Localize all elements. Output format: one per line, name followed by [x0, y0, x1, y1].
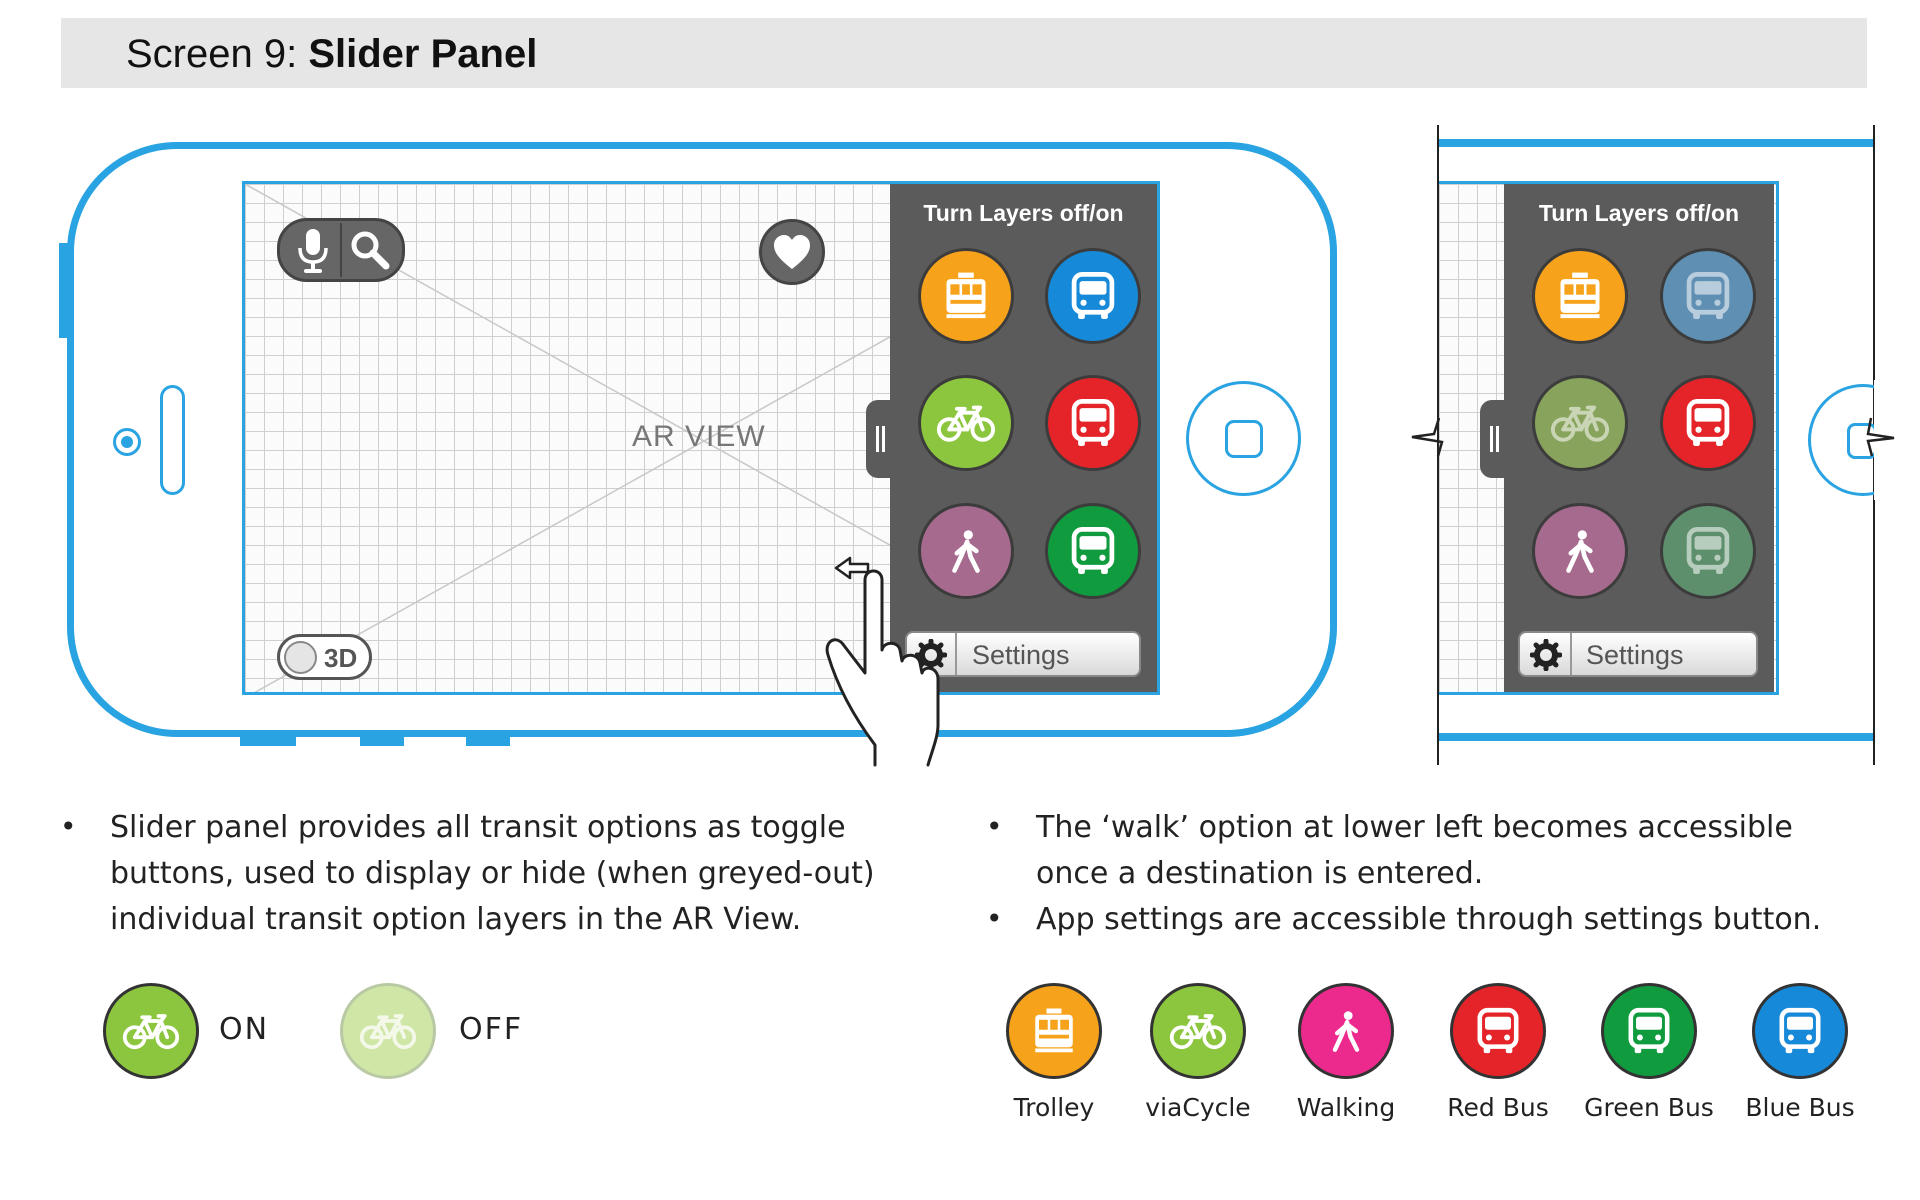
legend-green-bus-label: Green Bus [1584, 1093, 1714, 1122]
layer-toggle-green-bus[interactable] [1045, 503, 1141, 599]
layer-toggle-blue-bus[interactable] [1045, 248, 1141, 344]
note-settings: App settings are accessible through sett… [1036, 902, 1822, 937]
break-mark-left [1411, 417, 1444, 457]
note-line: individual transit option layers in the … [110, 902, 802, 937]
legend-red-bus-label: Red Bus [1447, 1093, 1549, 1122]
legend-off-label: OFF [459, 1012, 524, 1047]
legend-red-bus-swatch [1450, 983, 1546, 1079]
bullet: • [986, 902, 1003, 935]
trolley-icon [1554, 270, 1606, 322]
settings-label: Settings [1586, 640, 1684, 670]
bicycle-icon [358, 1011, 418, 1051]
bus-icon [1681, 524, 1735, 578]
bicycle-icon [935, 402, 997, 444]
settings-label: Settings [972, 640, 1070, 670]
legend-on-label: ON [219, 1012, 270, 1047]
note-slider-panel: Slider panel provides all transit option… [110, 805, 970, 943]
home-button-icon [1225, 420, 1263, 458]
layer-toggle-blue-bus[interactable] [1660, 248, 1756, 344]
note-line: buttons, used to display or hide (when g… [110, 856, 875, 891]
legend-viacycle-label: viaCycle [1145, 1093, 1251, 1122]
legend-green-bus-swatch [1601, 983, 1697, 1079]
layer-toggle-green-bus[interactable] [1660, 503, 1756, 599]
phone-bottom-button [466, 737, 510, 746]
bullet: • [986, 810, 1003, 843]
note-walk-option: The ‘walk’ option at lower left becomes … [1036, 805, 1896, 897]
heart-icon [774, 235, 810, 269]
bus-icon [1066, 396, 1120, 450]
bus-icon [1623, 1005, 1675, 1057]
layer-toggle-viacycle[interactable] [1532, 375, 1628, 471]
layer-toggle-trolley[interactable] [918, 248, 1014, 344]
search-icon[interactable] [348, 228, 392, 272]
camera-lens [121, 436, 133, 448]
legend-walking-label: Walking [1296, 1093, 1396, 1122]
handle-grip [882, 426, 885, 452]
page-title: Screen 9: Slider Panel [126, 32, 538, 76]
legend-viacycle-swatch [1150, 983, 1246, 1079]
walking-icon [1557, 525, 1603, 577]
gear-icon [1530, 639, 1562, 671]
phone-side-button [59, 243, 68, 338]
bus-icon [1681, 396, 1735, 450]
handle-grip [1496, 426, 1499, 452]
microphone-icon[interactable] [293, 226, 333, 276]
ar-view-label: AR VIEW [632, 420, 766, 453]
panel-title: Turn Layers off/on [1538, 200, 1740, 226]
favorites-button[interactable] [759, 219, 825, 285]
phone-bottom-button [240, 737, 296, 746]
legend-walking-swatch [1298, 983, 1394, 1079]
bus-icon [1681, 269, 1735, 323]
layer-toggle-trolley[interactable] [1532, 248, 1628, 344]
legend-blue-bus-label: Blue Bus [1745, 1093, 1855, 1122]
trolley-icon [1029, 1006, 1079, 1056]
phone-frame-top [1439, 139, 1873, 147]
layer-toggle-red-bus[interactable] [1660, 375, 1756, 471]
3d-toggle[interactable]: 3D [277, 634, 372, 680]
handle-grip [876, 426, 879, 452]
note-line: The ‘walk’ option at lower left becomes … [1036, 810, 1793, 845]
bus-icon [1066, 524, 1120, 578]
phone-frame-bottom [1439, 733, 1873, 741]
legend-trolley-swatch [1006, 983, 1102, 1079]
bicycle-icon [1549, 402, 1611, 444]
break-mark-right [1866, 417, 1895, 457]
handle-grip [1490, 426, 1493, 452]
bicycle-icon [1168, 1011, 1228, 1051]
bus-icon [1472, 1005, 1524, 1057]
legend-blue-bus-swatch [1752, 983, 1848, 1079]
bus-icon [1774, 1005, 1826, 1057]
bus-icon [1066, 269, 1120, 323]
note-line: Slider panel provides all transit option… [110, 810, 846, 845]
walking-icon [1324, 1006, 1368, 1056]
panel-title: Turn Layers off/on [923, 200, 1124, 226]
speaker-slot [160, 385, 185, 495]
phone-bottom-button [360, 737, 404, 746]
slider-panel-handle [1480, 400, 1507, 478]
trolley-icon [940, 270, 992, 322]
legend-off-swatch [340, 983, 436, 1079]
toggle-knob [284, 641, 317, 674]
bicycle-icon [121, 1011, 181, 1051]
note-line: once a destination is entered. [1036, 856, 1484, 891]
settings-button[interactable]: Settings [1518, 631, 1758, 677]
settings-divider [1570, 633, 1572, 675]
layer-toggle-red-bus[interactable] [1045, 375, 1141, 471]
swipe-hand-icon [825, 556, 940, 767]
legend-on-swatch [103, 983, 199, 1079]
layer-toggle-walking[interactable] [1532, 503, 1628, 599]
bullet: • [60, 810, 77, 843]
legend-trolley-label: Trolley [1013, 1093, 1095, 1122]
layer-toggle-viacycle[interactable] [918, 375, 1014, 471]
pill-divider [340, 223, 342, 277]
toggle-3d-label: 3D [324, 643, 358, 673]
slider-panel-handle[interactable] [866, 400, 893, 478]
